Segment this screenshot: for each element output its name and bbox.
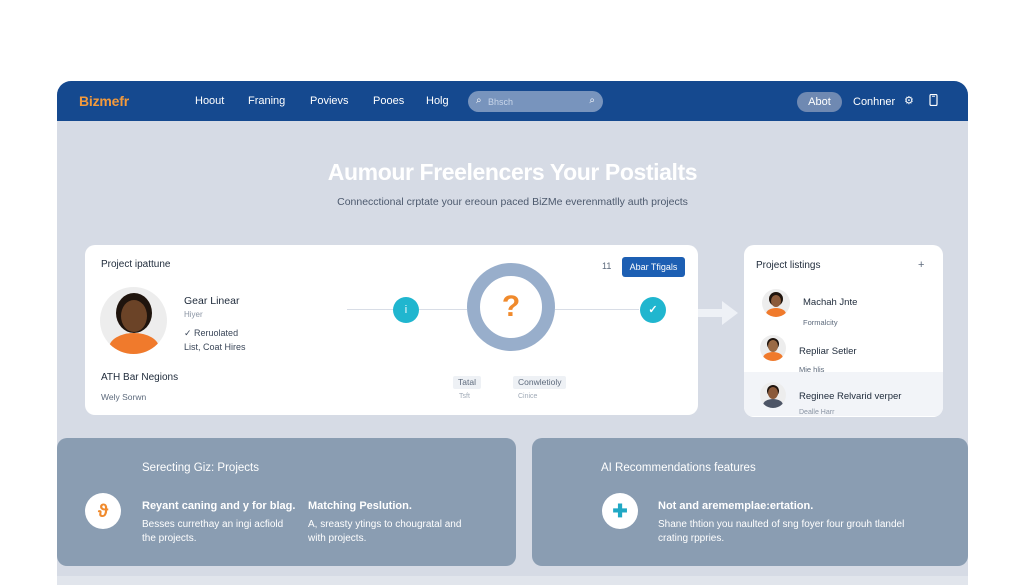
card-title: Project ipattune [101, 259, 171, 270]
avatar [760, 335, 786, 361]
bottom-section-edge [57, 576, 968, 585]
list-item-name: Reginee Relvarid verper [799, 391, 902, 402]
avatar [100, 287, 167, 354]
phone-icon[interactable] [929, 93, 938, 109]
app-window: Bizmefr Hoout Franing Povievs Pooes Holg… [57, 81, 968, 585]
feature-text: Besses currethay an ingi acfiold [142, 519, 284, 530]
footer-title: ATH Bar Negions [101, 372, 179, 383]
brand-logo[interactable]: Bizmefr [79, 93, 129, 109]
feature-title: AI Recommendations features [601, 462, 756, 474]
feature-text: with projects. [308, 533, 367, 544]
feature-card-ai: AI Recommendations features ✚ Not and ar… [532, 438, 968, 566]
detail-text: List, Coat Hires [184, 342, 246, 352]
info-node-icon[interactable]: i [393, 297, 419, 323]
list-item[interactable]: Reginee Relvarid verper Dealle Harr [744, 372, 943, 416]
add-icon[interactable]: + [918, 259, 924, 271]
feature-text: the projects. [142, 533, 197, 544]
nav-link-home[interactable]: Hoout [195, 95, 224, 107]
count-badge: 11 [602, 261, 612, 271]
total-pill-sub: Tsft [459, 393, 470, 400]
completion-pill-sub: Cinice [518, 393, 538, 400]
person-name: Gear Linear [184, 295, 240, 307]
connector-line [347, 309, 397, 310]
apply-button[interactable]: Abar Tfigals [622, 257, 685, 277]
nav-link-help[interactable]: Holg [426, 95, 449, 107]
search-box[interactable]: ⌕ ⌕ [468, 91, 603, 112]
person-role: Hiyer [184, 310, 203, 319]
list-item[interactable]: Repliar Setler Mie hlis [744, 329, 943, 374]
feature-text: A, sreasty ytings to chougratal and [308, 519, 462, 530]
hero-title: Aumour Freelencers Your Postialts [327, 159, 698, 185]
total-pill: Tatal [453, 376, 481, 389]
about-button[interactable]: Abot [797, 92, 842, 112]
feature-text: Shane thtion you naulted of sng foyer fo… [658, 519, 905, 530]
avatar [760, 382, 786, 408]
feature-heading: Not and arememplae:ertation. [658, 500, 814, 512]
list-item-sub: Dealle Harr [799, 409, 835, 416]
verified-text: ✓ Reruolated [184, 328, 239, 338]
connector-line [419, 309, 467, 310]
feature-text: crating rppries. [658, 533, 725, 544]
feature-heading: Matching Peslution. [308, 500, 412, 512]
list-item-name: Repliar Setler [799, 346, 857, 357]
arrow-right-icon [698, 301, 738, 325]
avatar [762, 289, 790, 317]
project-pattern-card: Project ipattune Gear Linear Hiyer ✓ Rer… [85, 245, 698, 415]
nav-link-pooes[interactable]: Pooes [373, 95, 404, 107]
completion-pill: Conwletioly [513, 376, 567, 389]
list-item-sub: Formalcity [803, 318, 838, 327]
search-submit-icon[interactable]: ⌕ [589, 95, 595, 106]
search-input[interactable] [488, 94, 578, 109]
nav-link-reviews[interactable]: Povievs [310, 95, 349, 107]
connector-line [555, 309, 639, 310]
top-navbar: Bizmefr Hoout Franing Povievs Pooes Holg… [57, 81, 968, 121]
hero-subtitle: Connecctional crptate your ereoun paced … [337, 196, 688, 208]
nav-link-framing[interactable]: Franing [248, 95, 285, 107]
feature-title: Serecting Giz: Projects [142, 462, 259, 474]
feature-heading: Reyant caning and y for blag. [142, 500, 296, 512]
feature-card-selecting: Serecting Giz: Projects ϑ Reyant caning … [57, 438, 516, 566]
list-item-name: Machah Jnte [803, 297, 858, 308]
plus-cross-icon: ✚ [602, 493, 638, 529]
list-item[interactable]: Machah Jnte Formalcity [744, 281, 943, 327]
search-icon: ⌕ [476, 95, 482, 106]
footer-subtitle: Wely Sorwn [101, 392, 147, 402]
link-icon: ϑ [85, 493, 121, 529]
project-listings-card: Project listings + Machah Jnte Formalcit… [744, 245, 943, 417]
listings-title: Project listings [756, 260, 821, 271]
contact-link[interactable]: Conhner [853, 96, 895, 108]
check-node-icon[interactable]: ✓ [640, 297, 666, 323]
question-ring-icon[interactable]: ? [467, 263, 555, 351]
settings-icon[interactable]: ⚙ [904, 94, 914, 107]
